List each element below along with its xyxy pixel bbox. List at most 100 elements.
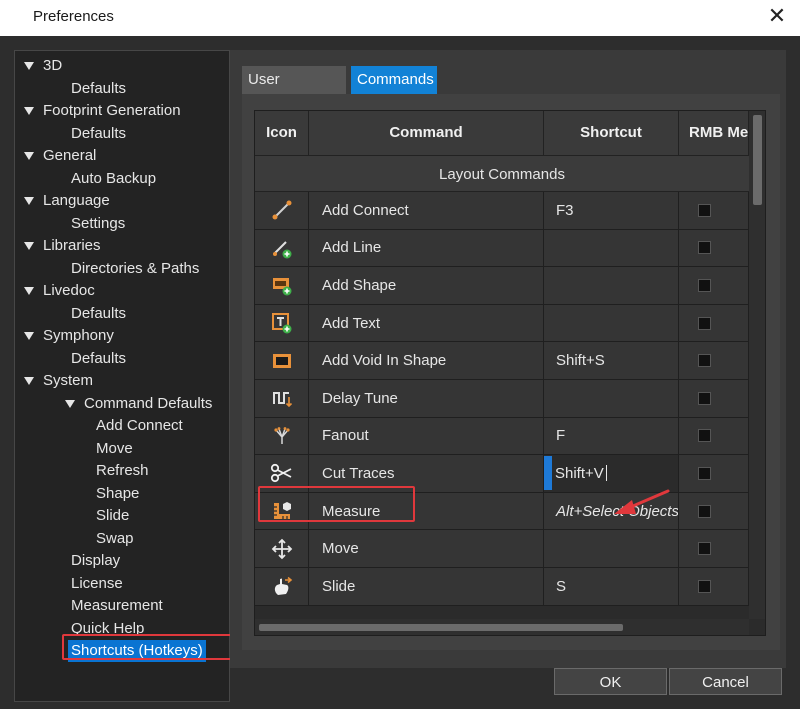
vertical-scroll-thumb[interactable] [753, 115, 762, 205]
command-icon-cell [255, 267, 309, 304]
text-caret [605, 465, 607, 482]
expand-arrow-icon[interactable] [24, 62, 34, 70]
table-row[interactable]: Add Text [255, 304, 749, 343]
shortcut-edit-value[interactable]: Shift+V [555, 465, 604, 482]
rmb-menu-checkbox[interactable] [698, 316, 711, 330]
table-row[interactable]: Add Void In Shape Shift+S [255, 342, 749, 380]
close-icon[interactable]: ✕ [764, 3, 790, 29]
rmb-menu-cell [679, 192, 749, 229]
expand-arrow-icon[interactable] [24, 197, 34, 205]
command-name: Fanout [309, 417, 544, 455]
add-text-icon [271, 312, 293, 334]
rmb-menu-checkbox[interactable] [698, 354, 711, 368]
shortcut-cell[interactable] [544, 304, 679, 342]
rmb-menu-cell [679, 229, 749, 267]
tree-item-label: License [71, 574, 123, 592]
slide-icon [271, 575, 293, 597]
move-icon [271, 538, 293, 560]
column-header-shortcut[interactable]: Shortcut [544, 111, 679, 155]
shortcut-cell[interactable]: S [544, 568, 679, 605]
shortcut-cell[interactable]: F3 [544, 192, 679, 229]
rmb-menu-cell [679, 568, 749, 605]
rmb-menu-checkbox[interactable] [698, 579, 711, 593]
expand-arrow-icon[interactable] [24, 152, 34, 160]
tree-item-label: Directories & Paths [71, 259, 200, 277]
tree-item-label: System [43, 372, 94, 389]
add-connect-icon [271, 199, 293, 221]
table-row[interactable]: Add Shape [255, 267, 749, 305]
command-name: Add Shape [309, 267, 544, 304]
command-name: Add Void In Shape [309, 342, 544, 379]
tab-user-interface[interactable]: User Interface [242, 66, 346, 116]
command-name: Add Text [309, 304, 544, 342]
table-row[interactable]: Fanout F [255, 417, 749, 456]
tree-item-label: Measurement [71, 597, 163, 614]
shortcut-cell[interactable] [544, 229, 679, 267]
command-icon-cell [255, 492, 309, 530]
rmb-menu-checkbox[interactable] [698, 429, 711, 443]
delay-tune-icon [271, 387, 293, 409]
tree-item-label: Command Defaults [84, 394, 213, 412]
shortcut-cell[interactable]: F [544, 417, 679, 455]
rmb-menu-checkbox[interactable] [698, 391, 711, 405]
tab-commands[interactable]: Commands [351, 66, 437, 94]
tree-item-label: Settings [71, 214, 126, 232]
rmb-menu-cell [679, 304, 749, 342]
expand-arrow-icon[interactable] [24, 287, 34, 295]
rmb-menu-checkbox[interactable] [698, 203, 711, 217]
rmb-menu-cell [679, 267, 749, 304]
column-header-rmb-menu[interactable]: RMB Me [679, 111, 749, 155]
command-icon-cell [255, 568, 309, 605]
pointer-arrow-icon [614, 489, 670, 514]
table-row[interactable]: Add Connect F3 [255, 192, 749, 230]
shortcut-cell[interactable]: Shift+S [544, 342, 679, 379]
tree-item-label: Language [43, 192, 110, 209]
rmb-menu-checkbox[interactable] [698, 466, 711, 480]
expand-arrow-icon[interactable] [24, 332, 34, 340]
tree-item-label: Defaults [71, 124, 127, 142]
tree-item-label: Display [71, 552, 121, 569]
expand-arrow-icon[interactable] [24, 377, 34, 385]
ok-button[interactable]: OK [554, 668, 667, 695]
tree-item-label: Shape [96, 484, 140, 502]
rmb-menu-cell [679, 417, 749, 455]
table-row[interactable]: Move [255, 530, 749, 568]
shortcuts-table: Icon Command Shortcut RMB Me Layout Comm… [254, 110, 766, 636]
table-row[interactable]: Slide S [255, 568, 749, 606]
table-row[interactable]: Add Line [255, 229, 749, 268]
expand-arrow-icon[interactable] [24, 107, 34, 115]
shortcut-cell[interactable] [544, 530, 679, 567]
cancel-button[interactable]: Cancel [669, 668, 782, 695]
rmb-menu-checkbox[interactable] [698, 278, 711, 292]
preferences-tree[interactable]: 3D Defaults Footprint Generation Defaults Ge… [14, 50, 230, 702]
rmb-menu-checkbox[interactable] [698, 542, 711, 556]
tree-item-label: Defaults [71, 304, 127, 322]
edit-marker [544, 456, 552, 491]
tree-item-label: Move [96, 439, 133, 457]
shortcut-cell[interactable] [544, 267, 679, 304]
shortcut-edit-field[interactable]: Shift+V [544, 455, 679, 492]
scissors-icon [270, 462, 294, 484]
tree-item-label: Shortcuts (Hotkeys) [68, 640, 206, 662]
command-name: Move [309, 530, 544, 567]
rmb-menu-checkbox[interactable] [698, 241, 711, 255]
shortcut-cell[interactable] [544, 380, 679, 417]
tree-item-label: Livedoc [43, 282, 95, 299]
tree-item-label: Defaults [71, 349, 127, 367]
column-header-command[interactable]: Command [309, 111, 544, 155]
horizontal-scroll-thumb[interactable] [259, 624, 623, 631]
table-row[interactable]: Delay Tune [255, 380, 749, 418]
column-header-icon[interactable]: Icon [255, 111, 309, 155]
settings-panel: User Interface Commands Icon Command Sho… [230, 50, 786, 668]
expand-arrow-icon[interactable] [65, 399, 75, 408]
commands-tab-body: Icon Command Shortcut RMB Me Layout Comm… [242, 94, 780, 650]
expand-arrow-icon[interactable] [24, 242, 34, 250]
command-icon-cell [255, 229, 309, 267]
horizontal-scrollbar[interactable] [255, 619, 749, 635]
rmb-menu-checkbox[interactable] [698, 504, 711, 518]
command-icon-cell [255, 530, 309, 567]
table-row[interactable]: Cut Traces Shift+V [255, 455, 749, 493]
table-row[interactable]: Measure Alt+Select Objects [255, 492, 749, 531]
vertical-scrollbar[interactable] [749, 111, 765, 619]
title-bar: Preferences ✕ [0, 0, 800, 36]
